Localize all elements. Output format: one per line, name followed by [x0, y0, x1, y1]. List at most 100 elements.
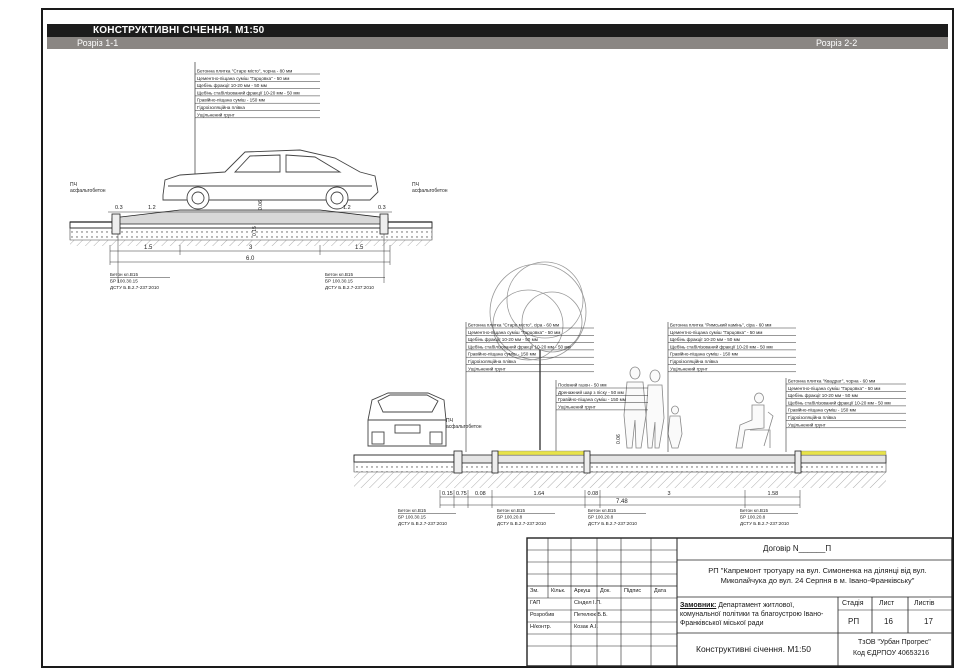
car-front-silhouette [367, 392, 447, 447]
s2-curb-0-0: Бетон кл.В15 [398, 508, 426, 513]
s2-dim-5: 3 [668, 491, 671, 497]
s2-curb-3-1: БР 100.20.8 [740, 515, 766, 520]
s2-curb-2-1: БР 100.20.8 [588, 515, 614, 520]
s2a-layer-0: Бетонна плитка "Старе місто", сіра - 60 … [468, 323, 559, 328]
s2-curb-3-0: Бетон кл.В15 [740, 508, 768, 513]
company-name: ТзОВ "Урбан Прогрес" [858, 639, 931, 646]
stage-label: Стадія [842, 600, 864, 607]
project-name: РП "Капремонт тротуару на вул. Симоненка… [708, 566, 927, 585]
sheets-value: 17 [924, 617, 933, 626]
tb-header-3: Док. [600, 588, 611, 594]
s2b-layer-1: Цементно-піщана суміш "Гарцовка" - 50 мм [670, 330, 762, 335]
s2c-layer-3: Щебінь стабілізований фракції 10-20 мм -… [788, 399, 891, 405]
s2-curb-0-1: БР 100.30.15 [398, 515, 426, 520]
s1-curb-right-2: ДСТУ Б.В.2.7-237:2010 [325, 285, 374, 290]
drawing-name: Конструктивні січення. М1:50 [696, 644, 811, 654]
s2b-layer-3: Щебінь стабілізований фракції 10-20 мм -… [670, 343, 773, 349]
dim-top-4: 0.3 [378, 205, 386, 211]
s1-layer-1: Цементно-піщана суміш "Гарцовка" - 50 мм [197, 76, 289, 81]
s2-dim-3: 1.64 [534, 491, 545, 497]
section-1-layer-callouts: Бетонна плитка "Старе місто", чорна - 80… [195, 69, 320, 119]
s2a-layer-6: Ущільнений грунт [468, 365, 507, 371]
section-2-drawing: Бетонна плитка "Старе місто", сіра - 60 … [353, 261, 906, 526]
s2c-layer-0: Бетонна плитка "Квадрат", чорна - 60 мм [788, 379, 875, 384]
s2-dim-6: 1.58 [768, 491, 779, 497]
s2b-layer-2: Щебінь фракції 10-20 мм - 50 мм [670, 337, 740, 342]
svg-text:6.0: 6.0 [246, 256, 255, 262]
tb-name-0: Сіндел І.П. [574, 600, 602, 606]
s2b-layer-0: Бетонна плитка "Римський камінь", сіра -… [670, 322, 771, 328]
s2b-layer-6: Ущільнений грунт [670, 365, 709, 371]
sheet-label: Лист [879, 600, 895, 607]
tb-header-4: Підпис [624, 588, 642, 594]
s1-layer-2: Щебінь фракції 10-20 мм - 50 мм [197, 83, 267, 88]
svg-text:0.15: 0.15 [252, 226, 258, 236]
s2a-layer-3: Щебінь стабілізований фракції 10-20 мм -… [468, 343, 571, 349]
tb-header-1: Кільк. [551, 588, 566, 594]
s2-dim-2: 0.08 [475, 491, 486, 497]
svg-text:асфальтобетон: асфальтобетон [412, 188, 448, 194]
s2-dim-0: 0.15 [442, 491, 453, 497]
s2-curb-2-2: ДСТУ Б.В.2.7-237:2010 [588, 521, 637, 526]
dim-top-2: 1.2 [148, 205, 156, 211]
s1-layer-0: Бетонна плитка "Старе місто", чорна - 80… [197, 69, 292, 74]
s2-curb-0-2: ДСТУ Б.В.2.7-237:2010 [398, 521, 447, 526]
s2d-layer-0: Посівний газон - 50 мм [558, 382, 607, 388]
tb-header-0: Зм. [530, 588, 539, 594]
s2a-layer-2: Щебінь фракції 10-20 мм - 50 мм [468, 337, 538, 342]
s1-layer-4: Гравійно-піщана суміш - 150 мм [197, 97, 265, 103]
s2-curb-1-2: ДСТУ Б.В.2.7-237:2010 [497, 521, 546, 526]
customer-info: Замовник: Департамент житлової, комуналь… [680, 601, 835, 628]
s2-dim-1: 0.75 [456, 491, 467, 497]
s2a-layer-1: Цементно-піщана суміш "Гарцовка" - 50 мм [468, 330, 560, 335]
tb-role-2: Н/контр. [530, 624, 552, 630]
s2c-layer-6: Ущільнений грунт [788, 421, 827, 427]
sheets-label: Листів [914, 600, 935, 607]
contract-number: Договір N______П [763, 544, 832, 553]
s1-layer-5: Гідроізоляційна плівка [197, 104, 245, 110]
s2d-layer-1: Дренажний шар з піску - 50 мм [558, 389, 624, 395]
stage-value: РП [848, 617, 860, 626]
dim-top-1: 0.3 [115, 205, 123, 211]
s2a-layer-5: Гідроізоляційна плівка [468, 358, 516, 364]
svg-text:0.06: 0.06 [258, 200, 264, 210]
tb-header-2: Аркуш [574, 588, 591, 594]
tb-header-5: Дата [654, 588, 667, 594]
s2d-layer-3: Ущільнений грунт [558, 403, 597, 409]
s2-curb-1-0: Бетон кл.В15 [497, 508, 525, 513]
s2c-layer-5: Гідроізоляційна плівка [788, 414, 836, 420]
tb-role-0: ГАП [530, 600, 541, 606]
s2-dim-4: 0.08 [588, 491, 599, 497]
svg-text:асфальтобетон: асфальтобетон [446, 424, 482, 430]
svg-text:0.06: 0.06 [616, 434, 622, 444]
s2-curb-2-0: Бетон кл.В15 [588, 508, 616, 513]
svg-text:7.48: 7.48 [616, 499, 628, 505]
s2c-layer-1: Цементно-піщана суміш "Гарцовка" - 50 мм [788, 386, 880, 391]
svg-text:1.5: 1.5 [355, 245, 364, 251]
s1-layer-3: Щебінь стабілізований фракції 10-20 мм -… [197, 89, 300, 95]
tb-role-1: Розробив [530, 612, 555, 618]
svg-text:асфальтобетон: асфальтобетон [70, 188, 106, 194]
tb-name-1: Петелюк Б.Б. [574, 612, 608, 618]
s2c-layer-2: Щебінь фракції 10-20 мм - 50 мм [788, 393, 858, 398]
s2a-layer-4: Гравійно-піщана суміш - 150 мм [468, 351, 536, 357]
sheet-value: 16 [884, 617, 893, 626]
tb-name-2: Козак А.І. [574, 624, 598, 630]
s1-curb-left-0: Бетон кл.В15 [110, 272, 138, 277]
customer-label: Замовник: [680, 602, 717, 609]
people-silhouettes [623, 366, 774, 449]
section-1-drawing: Бетонна плитка "Старе місто", чорна - 80… [69, 62, 448, 290]
svg-text:1.5: 1.5 [144, 245, 153, 251]
s2-curb-1-1: БР 100.20.8 [497, 515, 523, 520]
s1-curb-right-0: Бетон кл.В15 [325, 272, 353, 277]
s2b-layer-5: Гідроізоляційна плівка [670, 358, 718, 364]
s1-curb-right-1: БР 100.30.15 [325, 279, 353, 284]
s1-layer-6: Ущільнений грунт [197, 111, 236, 117]
company-code: Код ЄДРПОУ 40653216 [853, 650, 930, 657]
dim-top-3: 1.2 [343, 205, 351, 211]
s2c-layer-4: Гравійно-піщана суміш - 150 мм [788, 407, 856, 413]
s1-curb-left-2: ДСТУ Б.В.2.7-237:2010 [110, 285, 159, 290]
s2d-layer-2: Гравійно-піщана суміш - 150 мм [558, 396, 626, 402]
s2b-layer-4: Гравійно-піщана суміш - 150 мм [670, 351, 738, 357]
s1-curb-left-1: БР 100.30.15 [110, 279, 138, 284]
